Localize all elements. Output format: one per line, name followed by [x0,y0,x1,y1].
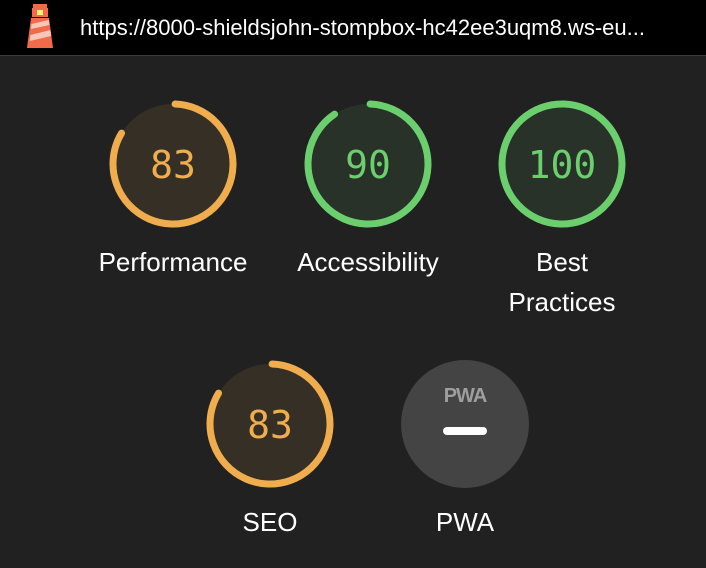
gauge-performance[interactable]: 83 Performance [83,98,263,282]
seo-label: SEO [242,507,298,537]
best-practices-label: Best Practices [472,242,652,322]
seo-score: 83 [247,403,293,447]
accessibility-score: 90 [345,143,391,187]
pwa-dash-icon [443,427,487,435]
best-practices-label-line2: Practices [508,287,616,317]
top-bar: https://8000-shieldsjohn-stompbox-hc42ee… [0,0,706,56]
accessibility-score-ring: 90 [304,100,432,228]
page-url[interactable]: https://8000-shieldsjohn-stompbox-hc42ee… [80,14,692,42]
performance-score: 83 [150,143,196,187]
performance-label: Performance [98,247,248,277]
performance-score-ring: 83 [109,100,237,228]
gauge-best-practices[interactable]: 100 Best Practices [472,98,652,322]
best-practices-score: 100 [528,143,597,187]
gauge-pwa[interactable]: PWA PWA [375,358,555,542]
best-practices-label-line1: Best [535,247,589,277]
pwa-badge-text: PWA [444,385,487,407]
gauge-accessibility[interactable]: 90 Accessibility [278,98,458,282]
best-practices-score-ring: 100 [498,100,626,228]
seo-score-ring: 83 [206,360,334,488]
lighthouse-logo-icon [27,4,53,48]
pwa-label: PWA [435,507,495,537]
accessibility-label: Accessibility [297,247,439,277]
gauge-seo[interactable]: 83 SEO [180,358,360,542]
pwa-badge: PWA [401,360,529,488]
